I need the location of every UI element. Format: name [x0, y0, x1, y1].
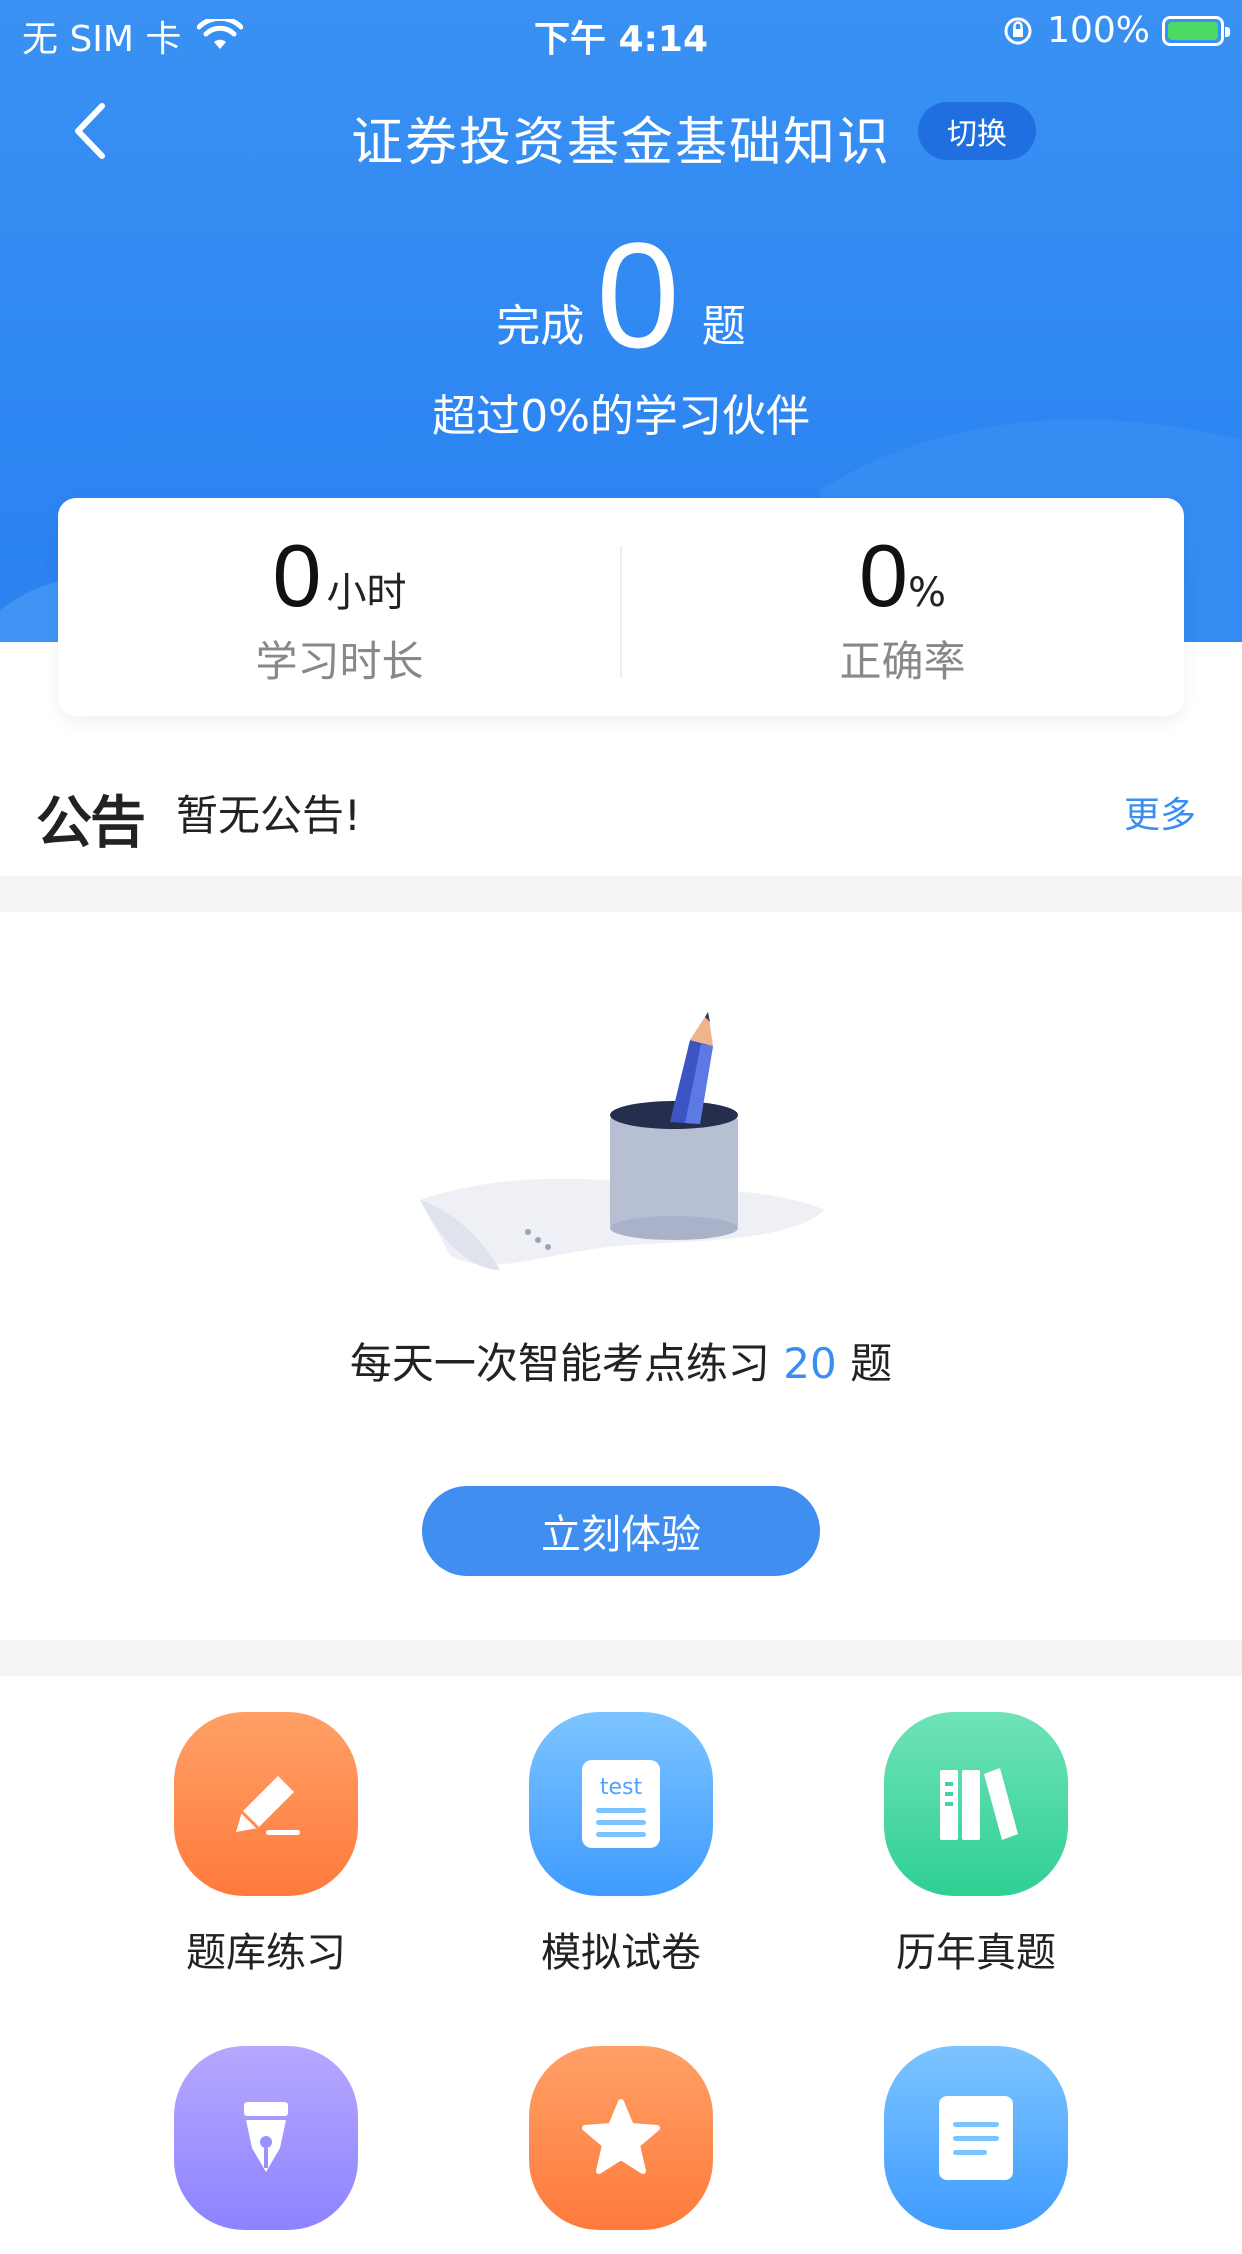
done-prefix: 完成 — [496, 301, 585, 352]
hours-unit: 小时 — [326, 570, 407, 616]
practice-suffix: 题 — [850, 1339, 893, 1388]
study-hours-stat: 0 小时 学习时长 — [58, 528, 621, 689]
grid-item-6[interactable] — [826, 2046, 1126, 2254]
grid-item-mock-exam[interactable]: test 模拟试卷 — [471, 1712, 771, 1978]
hours-value: 0 — [272, 526, 322, 625]
books-icon — [884, 1712, 1068, 1896]
status-bar: 无 SIM 卡 下午 4:14 100% — [0, 0, 1242, 64]
section-divider — [0, 1640, 1242, 1676]
daily-practice-text: 每天一次智能考点练习 20 题 — [0, 1330, 1242, 1391]
section-divider — [0, 876, 1242, 912]
accuracy-unit: % — [907, 570, 946, 616]
grid-label: 模拟试卷 — [541, 1930, 701, 1976]
practice-count: 20 — [783, 1339, 837, 1388]
practice-prefix: 每天一次智能考点练习 — [349, 1339, 770, 1388]
stats-card: 0 小时 学习时长 0% 正确率 — [58, 498, 1184, 716]
switch-subject-button[interactable]: 切换 — [918, 102, 1036, 160]
battery-percent: 100% — [1047, 10, 1150, 51]
pen-nib-icon — [174, 2046, 358, 2230]
star-icon — [529, 2046, 713, 2230]
grid-item-5[interactable] — [471, 2046, 771, 2254]
pencil-note-icon — [174, 1712, 358, 1896]
done-suffix: 题 — [701, 301, 746, 352]
hours-label: 学习时长 — [255, 637, 424, 686]
exceed-text: 超过0%的学习伙伴 — [432, 391, 810, 442]
page-title: 证券投资基金基础知识 — [350, 113, 891, 173]
accuracy-value: 0 — [859, 526, 908, 625]
grid-label: 题库练习 — [186, 1930, 346, 1976]
notice-more-link[interactable]: 更多 — [1124, 786, 1196, 838]
rotation-lock-icon — [1004, 17, 1032, 44]
svg-text:test: test — [600, 1775, 643, 1800]
test-paper-icon: test — [529, 1712, 713, 1896]
grid-item-question-bank[interactable]: 题库练习 — [116, 1712, 416, 1978]
notice-text: 暂无公告! — [176, 791, 361, 840]
pencil-cup-illustration — [420, 1012, 825, 1270]
nav-bar: 证券投资基金基础知识 切换 — [0, 90, 1242, 173]
done-count: 0 — [596, 211, 680, 379]
grid-item-4[interactable] — [116, 2046, 416, 2254]
try-now-button[interactable]: 立刻体验 — [422, 1486, 820, 1576]
accuracy-stat: 0% 正确率 — [621, 528, 1184, 689]
document-icon — [884, 2046, 1068, 2230]
notice-bar: 公告 暂无公告! 更多 — [0, 740, 1242, 876]
grid-label: 历年真题 — [896, 1930, 1056, 1976]
accuracy-label: 正确率 — [839, 637, 966, 686]
notice-logo: 公告 — [36, 791, 146, 856]
battery-icon — [1162, 15, 1230, 46]
done-summary: 完成 0 题 — [0, 220, 1242, 370]
grid-item-past-papers[interactable]: 历年真题 — [826, 1712, 1126, 1978]
